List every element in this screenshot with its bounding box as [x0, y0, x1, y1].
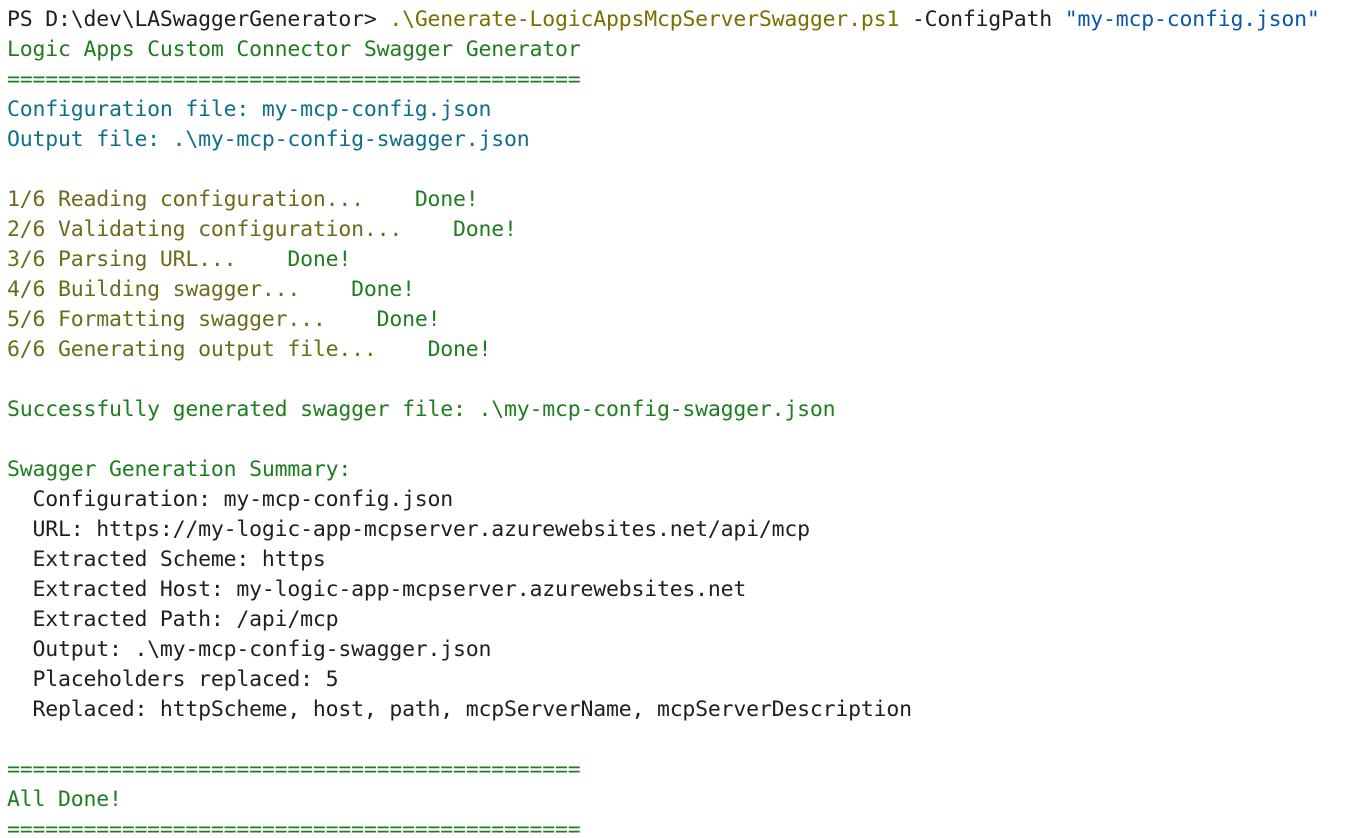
step-status: Done!	[414, 187, 479, 212]
summary-item: Extracted Scheme: https	[7, 547, 326, 572]
step-status: Done!	[376, 307, 441, 332]
step-line: 6/6 Generating output file... Done!	[7, 335, 1360, 365]
step-label: 2/6 Validating configuration...	[7, 217, 454, 242]
summary-item: Replaced: httpScheme, host, path, mcpSer…	[7, 697, 912, 722]
summary-item: Placeholders replaced: 5	[7, 667, 339, 692]
step-line: 5/6 Formatting swagger... Done!	[7, 305, 1360, 335]
step-status: Done!	[453, 217, 517, 242]
header-separator: ========================================…	[7, 67, 581, 92]
step-line: 4/6 Building swagger... Done!	[7, 275, 1360, 305]
prompt-command: .\Generate-LogicAppsMcpServerSwagger.ps1	[389, 7, 900, 32]
step-label: 6/6 Generating output file...	[7, 337, 428, 362]
step-line: 1/6 Reading configuration... Done!	[7, 185, 1360, 215]
step-label: 1/6 Reading configuration...	[7, 187, 415, 212]
summary-item: Output: .\my-mcp-config-swagger.json	[7, 637, 492, 662]
step-label: 5/6 Formatting swagger...	[7, 307, 377, 332]
step-status: Done!	[351, 277, 415, 302]
step-status: Done!	[427, 337, 492, 362]
all-done-line: All Done!	[7, 787, 122, 812]
prompt-path: PS D:\dev\LASwaggerGenerator>	[7, 7, 390, 32]
step-line: 2/6 Validating configuration... Done!	[7, 215, 1360, 245]
prompt-param-value: "my-mcp-config.json"	[1064, 7, 1320, 32]
footer-separator-top: ========================================…	[7, 757, 581, 782]
config-file-line: Configuration file: my-mcp-config.json	[7, 97, 492, 122]
step-label: 3/6 Parsing URL...	[7, 247, 288, 272]
footer-separator-bottom: ========================================…	[7, 817, 581, 838]
header-title: Logic Apps Custom Connector Swagger Gene…	[7, 37, 581, 62]
prompt-param: -ConfigPath	[899, 7, 1065, 32]
prompt-line: PS D:\dev\LASwaggerGenerator> .\Generate…	[7, 5, 1360, 35]
summary-item: Configuration: my-mcp-config.json	[7, 487, 454, 512]
summary-item: Extracted Host: my-logic-app-mcpserver.a…	[7, 577, 747, 602]
step-line: 3/6 Parsing URL... Done!	[7, 245, 1360, 275]
success-line: Successfully generated swagger file: .\m…	[7, 397, 836, 422]
step-status: Done!	[287, 247, 352, 272]
output-file-line: Output file: .\my-mcp-config-swagger.jso…	[7, 127, 530, 152]
summary-item: URL: https://my-logic-app-mcpserver.azur…	[7, 517, 810, 542]
summary-title: Swagger Generation Summary:	[7, 457, 352, 482]
summary-item: Extracted Path: /api/mcp	[7, 607, 339, 632]
terminal-window[interactable]: PS D:\dev\LASwaggerGenerator> .\Generate…	[0, 0, 1360, 838]
step-label: 4/6 Building swagger...	[7, 277, 352, 302]
